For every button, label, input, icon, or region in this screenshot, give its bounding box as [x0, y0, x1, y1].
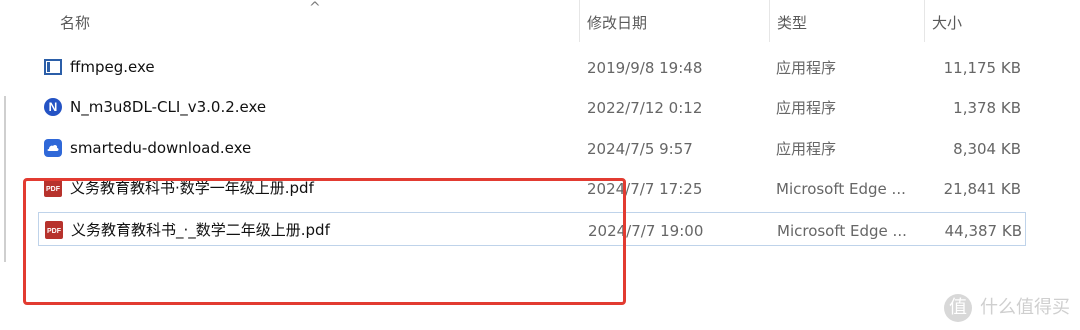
- file-size: 11,175 KB: [943, 59, 1021, 77]
- file-row-smartedu[interactable]: smartedu-download.exe 2024/7/5 9:57 应用程序…: [38, 131, 1026, 165]
- file-type: Microsoft Edge ...: [776, 180, 906, 198]
- file-type: 应用程序: [776, 99, 837, 117]
- column-header-modified[interactable]: 修改日期: [587, 13, 647, 33]
- column-header-name[interactable]: 名称: [60, 13, 90, 33]
- watermark-text: 什么值得买: [980, 297, 1070, 318]
- column-separator[interactable]: [579, 0, 580, 42]
- svg-text:N: N: [49, 100, 58, 114]
- highlight-box: [23, 178, 626, 305]
- file-name: smartedu-download.exe: [70, 139, 252, 157]
- file-modified-date: 2024/7/5 9:57: [587, 140, 693, 158]
- column-header-size[interactable]: 大小: [932, 13, 962, 33]
- file-type: 应用程序: [776, 140, 837, 158]
- file-name: N_m3u8DL-CLI_v3.0.2.exe: [70, 98, 267, 116]
- file-modified-date: 2019/9/8 19:48: [587, 59, 703, 77]
- file-list-header: ^ 名称 修改日期 类型 大小: [0, 0, 1080, 44]
- cloud-download-app-icon: [43, 138, 63, 158]
- file-size: 21,841 KB: [943, 180, 1021, 198]
- sort-ascending-icon: ^: [309, 0, 321, 16]
- n-app-icon: N: [43, 97, 63, 117]
- file-row-n-m3u8dl[interactable]: N N_m3u8DL-CLI_v3.0.2.exe 2022/7/12 0:12…: [38, 90, 1026, 124]
- ffmpeg-app-icon: [43, 57, 63, 77]
- column-header-type[interactable]: 类型: [777, 13, 807, 33]
- site-watermark: 值 什么值得买: [944, 294, 1070, 322]
- file-type: 应用程序: [776, 59, 837, 77]
- watermark-logo-icon: 值: [944, 294, 972, 322]
- file-modified-date: 2022/7/12 0:12: [587, 99, 703, 117]
- column-separator[interactable]: [769, 0, 770, 42]
- file-size: 8,304 KB: [953, 140, 1021, 158]
- column-separator[interactable]: [924, 0, 925, 42]
- file-size: 44,387 KB: [944, 222, 1022, 240]
- file-explorer-window: ^ 名称 修改日期 类型 大小 ffmpeg.exe 2019/9/8 19:4…: [0, 0, 1080, 330]
- left-scrollbar[interactable]: [4, 96, 6, 262]
- file-name: ffmpeg.exe: [70, 58, 155, 76]
- file-row-ffmpeg[interactable]: ffmpeg.exe 2019/9/8 19:48 应用程序 11,175 KB: [38, 50, 1026, 84]
- file-type: Microsoft Edge ...: [777, 222, 907, 240]
- file-size: 1,378 KB: [953, 99, 1021, 117]
